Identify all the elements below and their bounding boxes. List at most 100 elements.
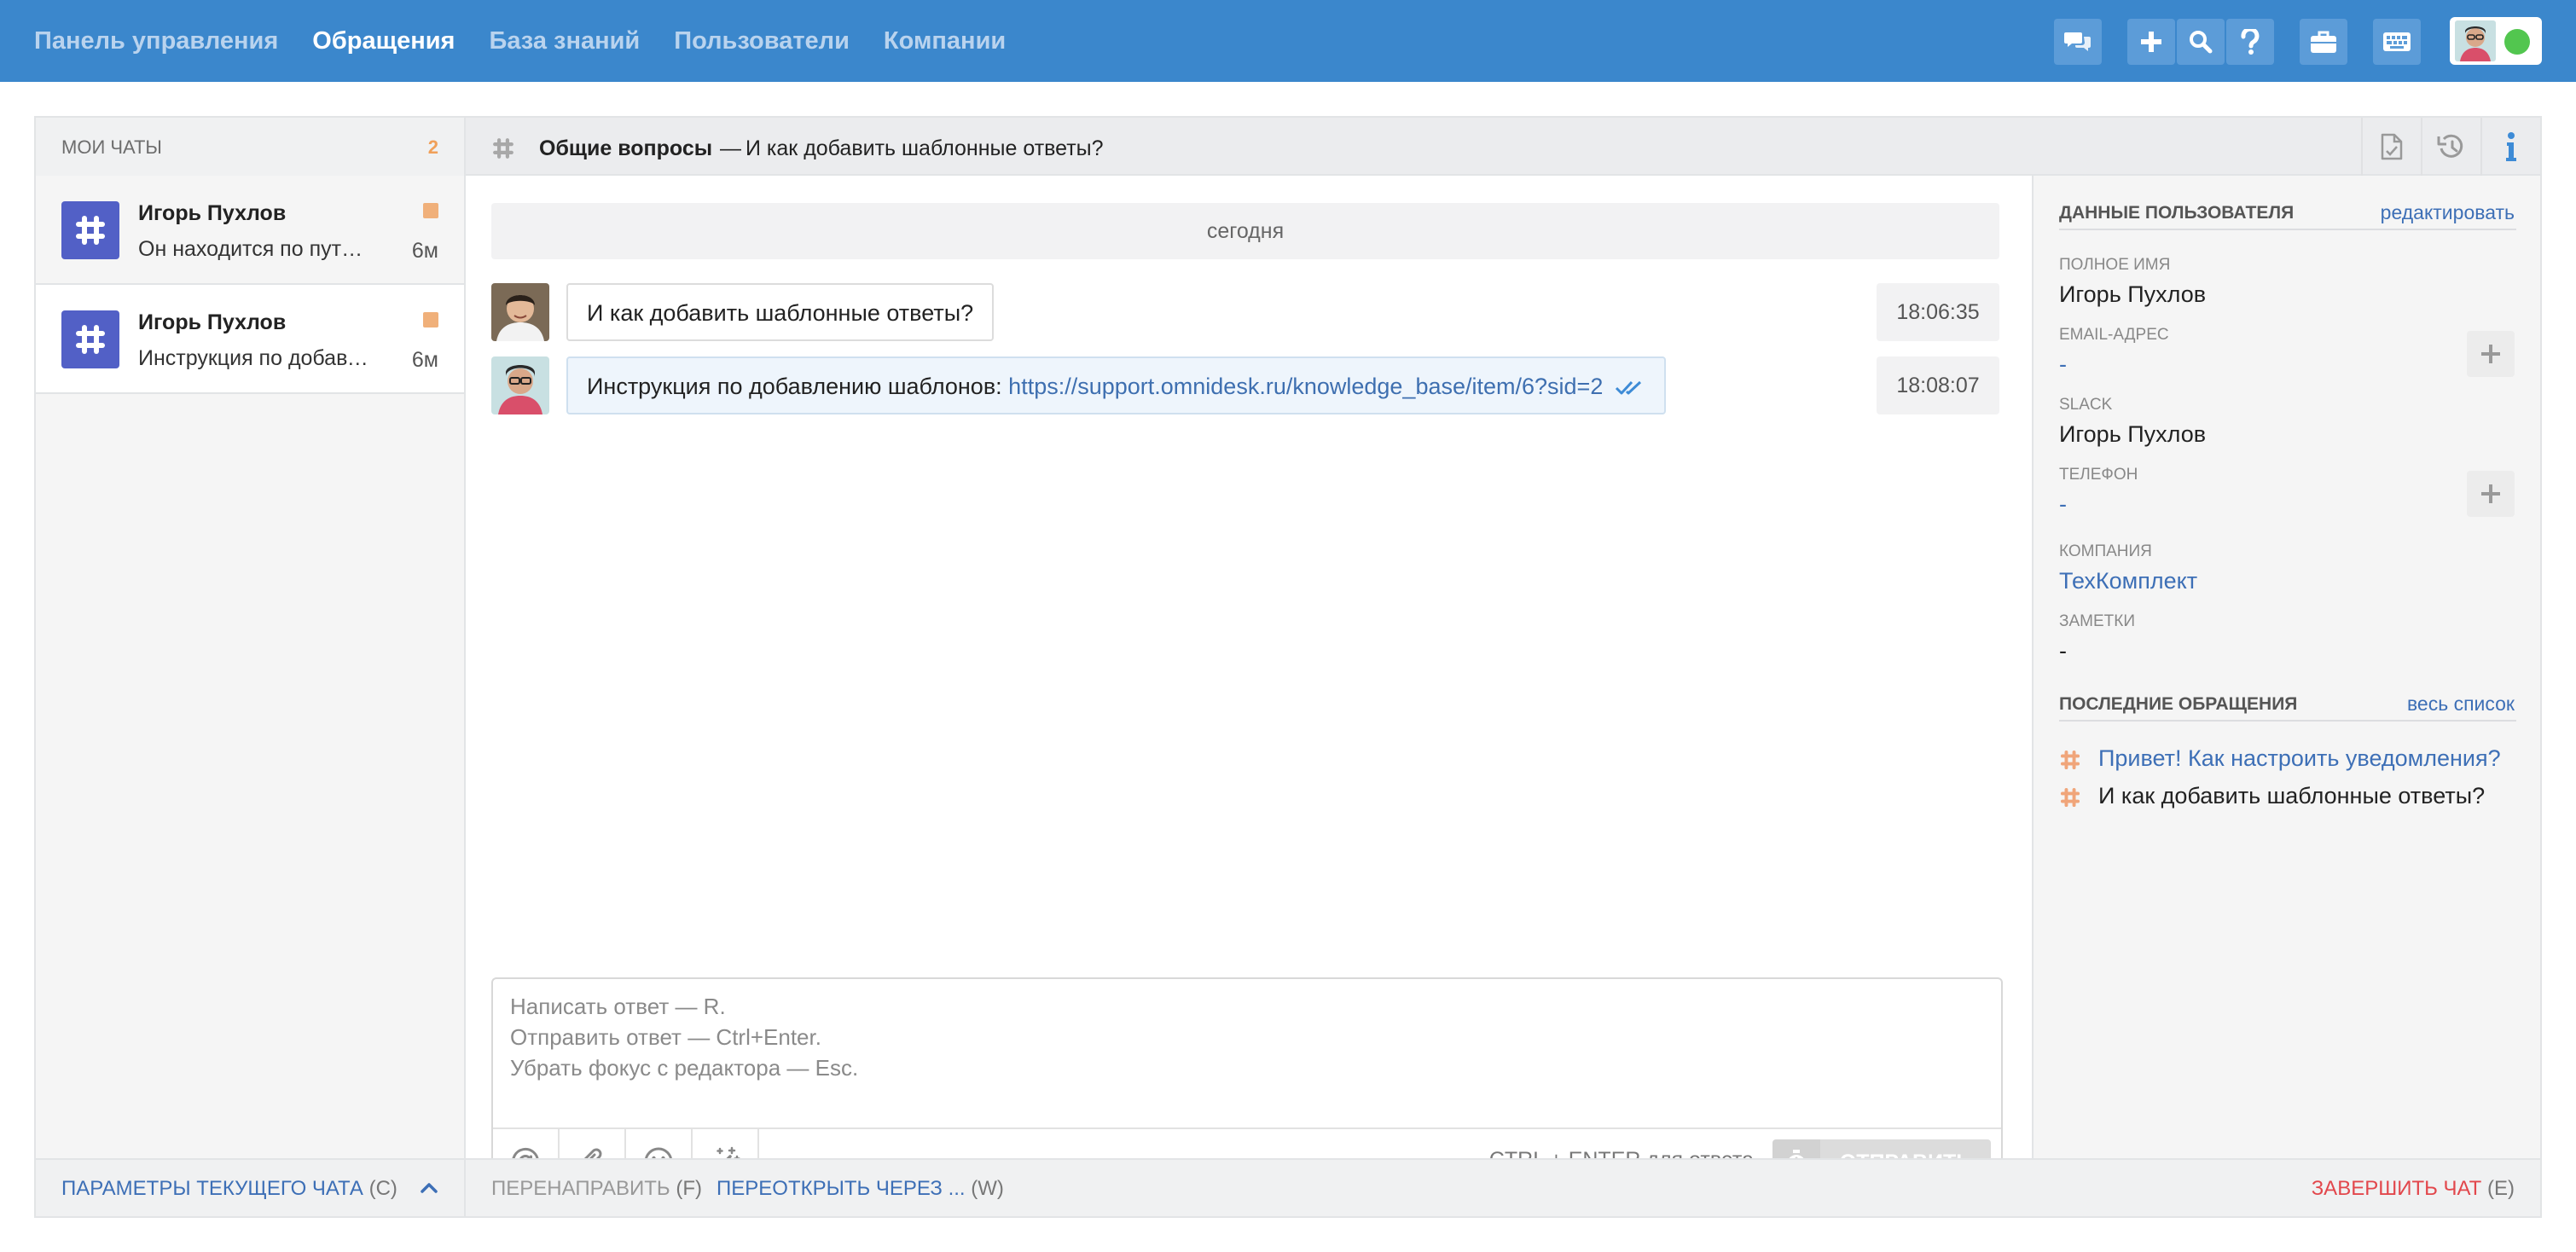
double-check-icon — [1616, 380, 1642, 395]
add-email-button[interactable] — [2467, 331, 2515, 377]
chat-subject: И как добавить шаблонные ответы? — [746, 136, 1104, 160]
message-time: 18:06:35 — [1877, 283, 1999, 341]
agent-avatar — [491, 356, 549, 414]
user-info-panel: ДАННЫЕ ПОЛЬЗОВАТЕЛЯ редактировать ПОЛНОЕ… — [2032, 176, 2540, 1158]
my-chats-header: МОИ ЧАТЫ 2 — [36, 118, 464, 176]
history-icon — [2437, 134, 2463, 158]
chat-area: Общие вопросы — И как добавить шаблонные… — [466, 118, 2540, 1216]
company-label: КОМПАНИЯ — [2059, 542, 2152, 560]
nav-knowledge-base[interactable]: База знаний — [489, 27, 640, 55]
slack-channel-icon — [61, 201, 119, 259]
recent-ticket-item[interactable]: Привет! Как настроить уведомления? — [2059, 744, 2516, 778]
message-link[interactable]: https://support.omnidesk.ru/knowledge_ba… — [1008, 374, 1603, 399]
agent-profile-menu[interactable] — [2450, 17, 2542, 65]
customer-avatar — [491, 283, 549, 341]
chat-customer-name: Игорь Пухлов — [138, 201, 287, 225]
keyboard-icon — [2383, 32, 2411, 51]
phone-value: - — [2059, 491, 2067, 517]
shortcut-key: (W) — [971, 1177, 1004, 1200]
full-name-value: Игорь Пухлов — [2059, 281, 2207, 307]
slack-channel-icon — [491, 136, 515, 160]
shortcut-key: (E) — [2487, 1177, 2515, 1200]
chat-list-item[interactable]: Игорь Пухлов Он находится по пути: Настр… — [36, 176, 464, 285]
slack-value: Игорь Пухлов — [2059, 421, 2207, 447]
email-value: - — [2059, 351, 2067, 377]
nav-companies[interactable]: Компании — [884, 27, 1006, 55]
current-chat-params-bar[interactable]: ПАРАМЕТРЫ ТЕКУЩЕГО ЧАТА (C) — [36, 1158, 464, 1216]
search-icon — [2190, 31, 2213, 54]
briefcase-icon — [2311, 31, 2336, 53]
main-nav: Панель управления Обращения База знаний … — [34, 0, 1006, 82]
info-button[interactable] — [2480, 118, 2540, 176]
transcript-button[interactable] — [2361, 118, 2421, 176]
user-data-title: ДАННЫЕ ПОЛЬЗОВАТЕЛЯ — [2059, 203, 2295, 223]
history-button[interactable] — [2421, 118, 2480, 176]
reopen-label: ПЕРЕОТКРЫТЬ ЧЕРЕЗ ... — [717, 1177, 966, 1200]
my-chats-panel: МОИ ЧАТЫ 2 Игорь Пухлов Он находится по … — [36, 118, 466, 1216]
date-separator: сегодня — [491, 203, 1999, 259]
help-icon — [2241, 29, 2260, 55]
current-chat-params-link[interactable]: ПАРАМЕТРЫ ТЕКУЩЕГО ЧАТА (C) — [61, 1177, 397, 1201]
search-button[interactable] — [2177, 19, 2225, 65]
chat-last-message: Инструкция по добавлению шаблонов — [138, 346, 370, 370]
document-icon — [2381, 133, 2403, 160]
help-button[interactable] — [2226, 19, 2274, 65]
recent-ticket-item-current: И как добавить шаблонные ответы? — [2059, 781, 2516, 815]
finish-label: ЗАВЕРШИТЬ ЧАТ — [2311, 1177, 2482, 1200]
unread-flag — [423, 203, 438, 218]
reopen-after-button[interactable]: ПЕРЕОТКРЫТЬ ЧЕРЕЗ ... (W) — [717, 1177, 1004, 1201]
recent-ticket-link[interactable]: Привет! Как настроить уведомления? — [2098, 745, 2516, 772]
message-bubble-outgoing: Инструкция по добавлению шаблонов: https… — [566, 356, 1667, 414]
unread-flag — [423, 312, 438, 327]
chat-elapsed-time: 6м — [411, 239, 438, 263]
recent-tickets-title: ПОСЛЕДНИЕ ОБРАЩЕНИЯ — [2059, 694, 2298, 714]
add-phone-button[interactable] — [2467, 471, 2515, 517]
chat-list-item-selected[interactable]: Игорь Пухлов Инструкция по добавлению ша… — [36, 285, 464, 394]
current-chat-params-label: ПАРАМЕТРЫ ТЕКУЩЕГО ЧАТА — [61, 1177, 363, 1200]
my-chats-count: 2 — [427, 136, 438, 158]
slack-channel-icon — [2059, 786, 2081, 809]
slack-channel-icon — [2059, 749, 2081, 771]
chat-header: Общие вопросы — И как добавить шаблонные… — [466, 118, 2540, 176]
message-text: Инструкция по добавлению шаблонов: — [587, 374, 1009, 399]
divider — [2059, 229, 2516, 230]
agent-avatar — [2455, 20, 2496, 61]
message-text: И как добавить шаблонные ответы? — [587, 300, 974, 326]
chat-elapsed-time: 6м — [411, 348, 438, 372]
company-link[interactable]: ТехКомплект — [2059, 568, 2197, 594]
chat-actions-bar: ПЕРЕНАПРАВИТЬ (F) ПЕРЕОТКРЫТЬ ЧЕРЕЗ ... … — [466, 1158, 2540, 1216]
chat-workspace: МОИ ЧАТЫ 2 Игорь Пухлов Он находится по … — [34, 116, 2542, 1218]
phone-label: ТЕЛЕФОН — [2059, 466, 2138, 484]
chat-customer-name: Игорь Пухлов — [138, 310, 287, 334]
recent-ticket-title: И как добавить шаблонные ответы? — [2098, 783, 2486, 809]
full-name-label: ПОЛНОЕ ИМЯ — [2059, 256, 2171, 274]
nav-dashboard[interactable]: Панель управления — [34, 27, 278, 55]
edit-user-link[interactable]: редактировать — [2381, 201, 2515, 224]
message-bubble-incoming: И как добавить шаблонные ответы? — [566, 283, 995, 341]
divider — [2059, 720, 2516, 722]
nav-tickets[interactable]: Обращения — [312, 27, 455, 55]
nav-users[interactable]: Пользователи — [674, 27, 850, 55]
create-button[interactable] — [2127, 19, 2175, 65]
conversation-thread: сегодня И как добавить шаблонные ответы?… — [466, 176, 2032, 1196]
notes-value: - — [2059, 638, 2067, 664]
notes-label: ЗАМЕТКИ — [2059, 612, 2135, 630]
plus-icon — [2481, 484, 2500, 503]
briefcase-button[interactable] — [2300, 19, 2347, 65]
chevron-up-icon[interactable] — [420, 1179, 438, 1197]
chat-last-message: Он находится по пути: Настройки - Шаблон… — [138, 237, 370, 261]
shortcut-key: (C) — [368, 1177, 397, 1200]
message-time: 18:08:07 — [1877, 356, 1999, 414]
online-status-indicator — [2504, 29, 2530, 55]
forward-chat-button[interactable]: ПЕРЕНАПРАВИТЬ (F) — [491, 1177, 702, 1201]
top-navigation-bar: Панель управления Обращения База знаний … — [0, 0, 2576, 82]
all-tickets-link[interactable]: весь список — [2407, 693, 2515, 716]
chats-button[interactable] — [2054, 19, 2102, 65]
chat-group-name: Общие вопросы — [539, 136, 713, 160]
reply-input-placeholder[interactable]: Написать ответ — R. Отправить ответ — Ct… — [510, 991, 858, 1083]
info-icon — [2506, 132, 2516, 161]
chat-bubbles-icon — [2064, 32, 2091, 51]
keyboard-shortcuts-button[interactable] — [2373, 19, 2421, 65]
finish-chat-button[interactable]: ЗАВЕРШИТЬ ЧАТ (E) — [2312, 1177, 2515, 1201]
slack-label: SLACK — [2059, 396, 2113, 414]
